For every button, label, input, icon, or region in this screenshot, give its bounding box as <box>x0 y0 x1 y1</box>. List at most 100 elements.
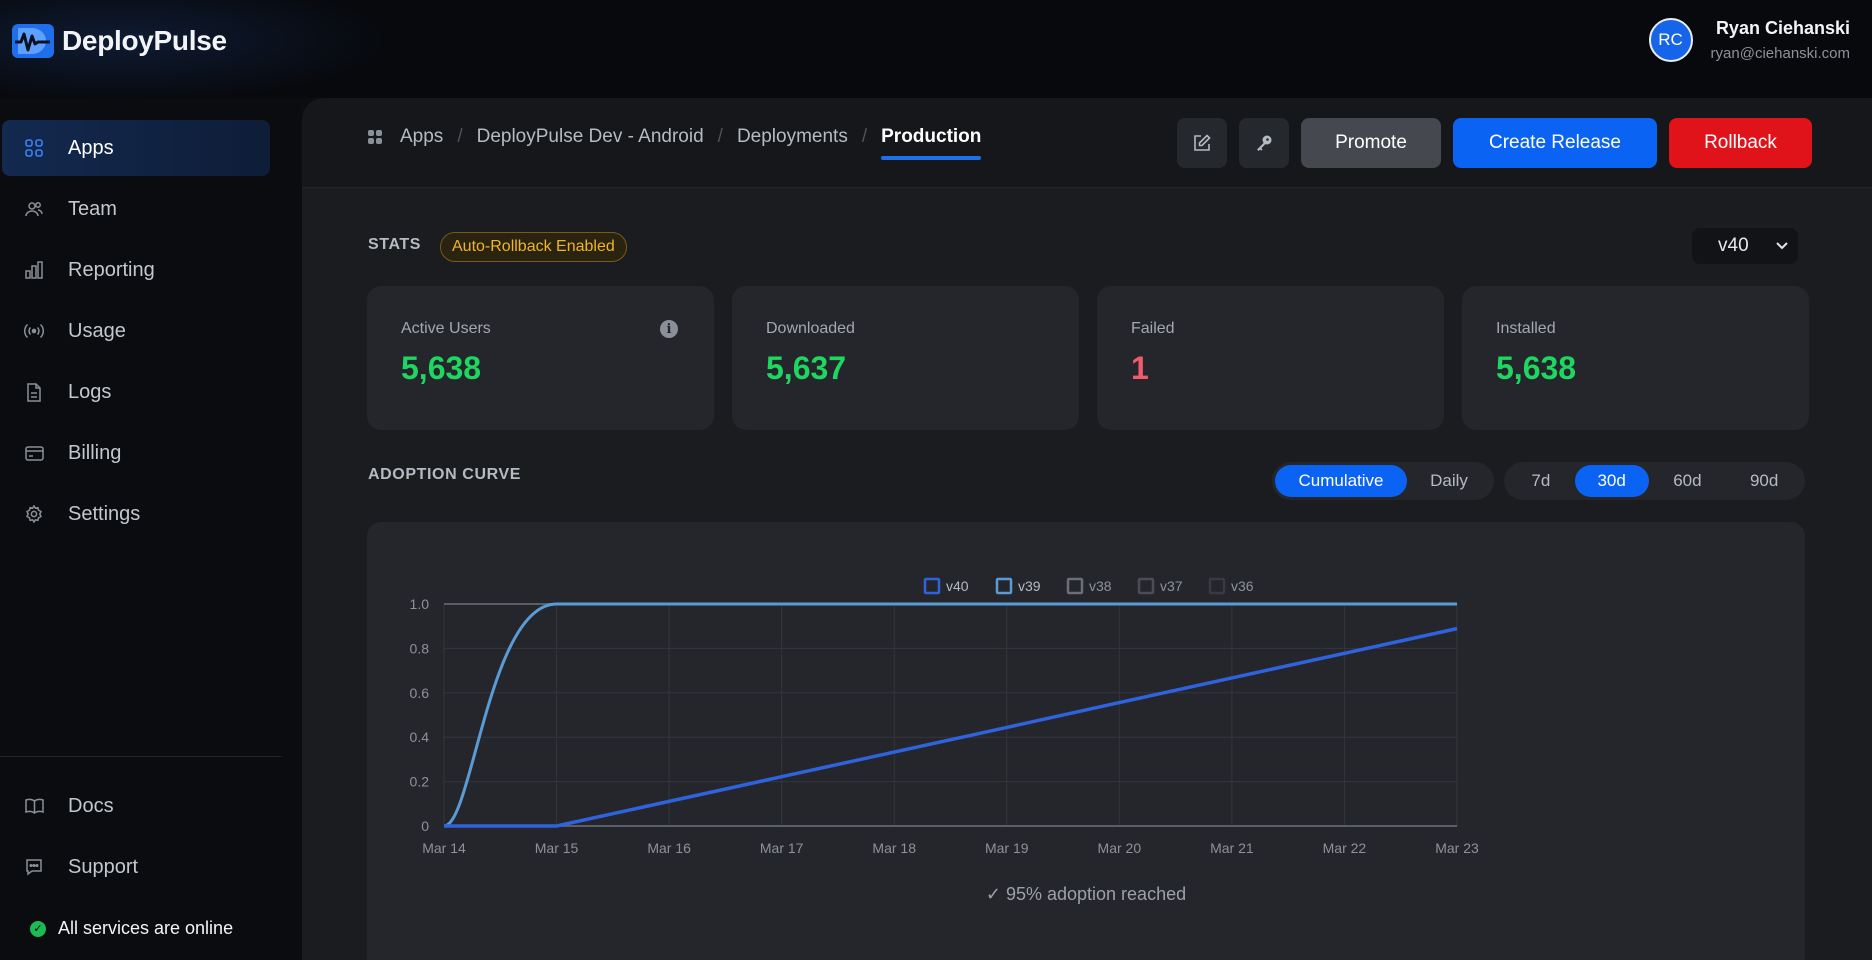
stat-card-downloaded: Downloaded 5,637 <box>732 286 1079 430</box>
brand-name: DeployPulse <box>62 25 227 56</box>
user-menu[interactable]: RC Ryan Ciehanski ryan@ciehanski.com <box>1648 18 1850 62</box>
create-release-button[interactable]: Create Release <box>1453 118 1657 168</box>
legend-label-v37: v37 <box>1160 578 1183 594</box>
main-panel: Apps / DeployPulse Dev - Android / Deplo… <box>302 98 1872 960</box>
grid-icon <box>24 138 44 158</box>
stat-card-active-users: Active Users i 5,638 <box>367 286 714 430</box>
sidebar-item-settings[interactable]: Settings <box>2 486 270 542</box>
x-tick-label: Mar 16 <box>647 840 691 856</box>
key-button[interactable] <box>1239 118 1289 168</box>
auto-rollback-badge: Auto-Rollback Enabled <box>440 232 627 262</box>
stats-cards: Active Users i 5,638 Downloaded 5,637 Fa… <box>367 286 1809 430</box>
legend-label-v40: v40 <box>946 578 969 594</box>
sidebar-item-usage[interactable]: Usage <box>2 303 270 359</box>
bar-chart-icon <box>24 260 44 280</box>
stat-label: Installed <box>1496 320 1556 337</box>
version-select[interactable]: v40 <box>1692 228 1798 264</box>
legend-label-v39: v39 <box>1018 578 1041 594</box>
x-tick-label: Mar 21 <box>1210 840 1254 856</box>
y-tick-label: 0.8 <box>410 640 430 656</box>
breadcrumb-app[interactable]: DeployPulse Dev - Android <box>477 126 704 148</box>
y-tick-label: 1.0 <box>410 596 430 612</box>
sidebar-item-logs[interactable]: Logs <box>2 364 270 420</box>
y-tick-label: 0.2 <box>410 774 430 790</box>
brand-logo[interactable]: DeployPulse <box>12 22 227 60</box>
sidebar-item-label: Settings <box>68 502 141 525</box>
avatar[interactable]: RC <box>1648 18 1693 62</box>
sidebar-item-apps[interactable]: Apps <box>2 120 270 176</box>
legend-swatch-v36 <box>1208 577 1226 595</box>
sidebar-item-team[interactable]: Team <box>2 181 270 237</box>
breadcrumb-current[interactable]: Production <box>881 126 982 160</box>
mode-cumulative[interactable]: Cumulative <box>1275 465 1407 497</box>
breadcrumb-separator: / <box>717 126 723 147</box>
user-email: ryan@ciehanski.com <box>1710 45 1850 62</box>
sidebar-item-label: Team <box>68 197 117 220</box>
info-icon[interactable]: i <box>660 320 678 338</box>
stat-card-failed: Failed 1 <box>1097 286 1444 430</box>
deploypulse-logo-icon <box>12 24 54 58</box>
chat-icon <box>24 857 44 877</box>
breadcrumb-separator: / <box>861 126 868 147</box>
x-tick-label: Mar 18 <box>872 840 916 856</box>
legend-label-v36: v36 <box>1231 578 1254 594</box>
legend-label-v38: v38 <box>1089 578 1112 594</box>
apps-grid-icon <box>368 130 382 144</box>
sidebar-divider <box>0 756 282 757</box>
series-line-v40 <box>444 626 1458 828</box>
rollback-button[interactable]: Rollback <box>1669 118 1812 168</box>
stats-heading: STATS <box>368 236 422 253</box>
x-tick-label: Mar 15 <box>535 840 579 856</box>
x-tick-label: Mar 22 <box>1323 840 1367 856</box>
stat-label: Failed <box>1131 320 1175 337</box>
stat-value: 5,637 <box>766 350 847 386</box>
edit-button[interactable] <box>1177 118 1227 168</box>
breadcrumb-deployments[interactable]: Deployments <box>737 126 848 148</box>
users-icon <box>24 199 44 219</box>
x-tick-label: Mar 20 <box>1098 840 1142 856</box>
promote-button[interactable]: Promote <box>1301 118 1441 168</box>
adoption-chart-card: Mar 14 Mar 15 Mar 16 Mar 17 Mar 18 Mar 19 Mar … <box>367 522 1805 960</box>
edit-icon <box>1194 134 1211 151</box>
chevron-down-icon <box>1776 242 1788 250</box>
adoption-chart: Mar 14 Mar 15 Mar 16 Mar 17 Mar 18 Mar 19 Mar … <box>410 577 1479 856</box>
y-tick-label: 0.4 <box>410 729 430 745</box>
user-info: Ryan Ciehanski ryan@ciehanski.com <box>1711 18 1850 62</box>
mode-daily[interactable]: Daily <box>1407 465 1491 497</box>
sidebar-item-reporting[interactable]: Reporting <box>2 242 270 298</box>
stat-label: Downloaded <box>766 320 855 337</box>
y-tick-label: 0.6 <box>410 685 430 701</box>
credit-card-icon <box>24 443 44 463</box>
sidebar-item-label: Logs <box>68 380 112 403</box>
breadcrumb-separator: / <box>457 126 463 147</box>
sidebar-item-label: Usage <box>68 319 126 342</box>
stat-value: 5,638 <box>401 350 482 386</box>
broadcast-icon <box>24 321 44 341</box>
stat-card-installed: Installed 5,638 <box>1462 286 1809 430</box>
y-tick-label: 0 <box>421 818 429 834</box>
range-90d[interactable]: 90d <box>1726 465 1802 497</box>
x-tick-label: Mar 14 <box>422 840 466 856</box>
page-header: Apps / DeployPulse Dev - Android / Deplo… <box>302 98 1872 188</box>
sidebar-item-support[interactable]: Support <box>2 839 270 895</box>
x-tick-label: Mar 23 <box>1435 840 1479 856</box>
sidebar-item-billing[interactable]: Billing <box>2 425 270 481</box>
range-30d[interactable]: 30d <box>1574 465 1649 497</box>
mode-toggle: Cumulative Daily <box>1272 462 1494 500</box>
service-status: ✓ All services are online <box>30 918 233 939</box>
stat-label: Active Users <box>401 320 491 337</box>
legend-swatch-v37 <box>1137 577 1155 595</box>
x-tick-label: Mar 19 <box>985 840 1029 856</box>
range-7d[interactable]: 7d <box>1507 465 1575 497</box>
legend-swatch-v40 <box>923 577 941 595</box>
breadcrumb: Apps / DeployPulse Dev - Android / Deplo… <box>368 126 982 160</box>
user-name: Ryan Ciehanski <box>1715 18 1850 38</box>
book-icon <box>24 796 44 816</box>
adoption-note: ✓ 95% adoption reached <box>985 884 1187 904</box>
gear-icon <box>24 504 44 524</box>
legend-swatch-v39 <box>995 577 1013 595</box>
breadcrumb-apps[interactable]: Apps <box>400 126 443 148</box>
range-60d[interactable]: 60d <box>1649 465 1727 497</box>
sidebar-item-docs[interactable]: Docs <box>2 778 270 834</box>
sidebar-item-label: Billing <box>68 441 122 464</box>
